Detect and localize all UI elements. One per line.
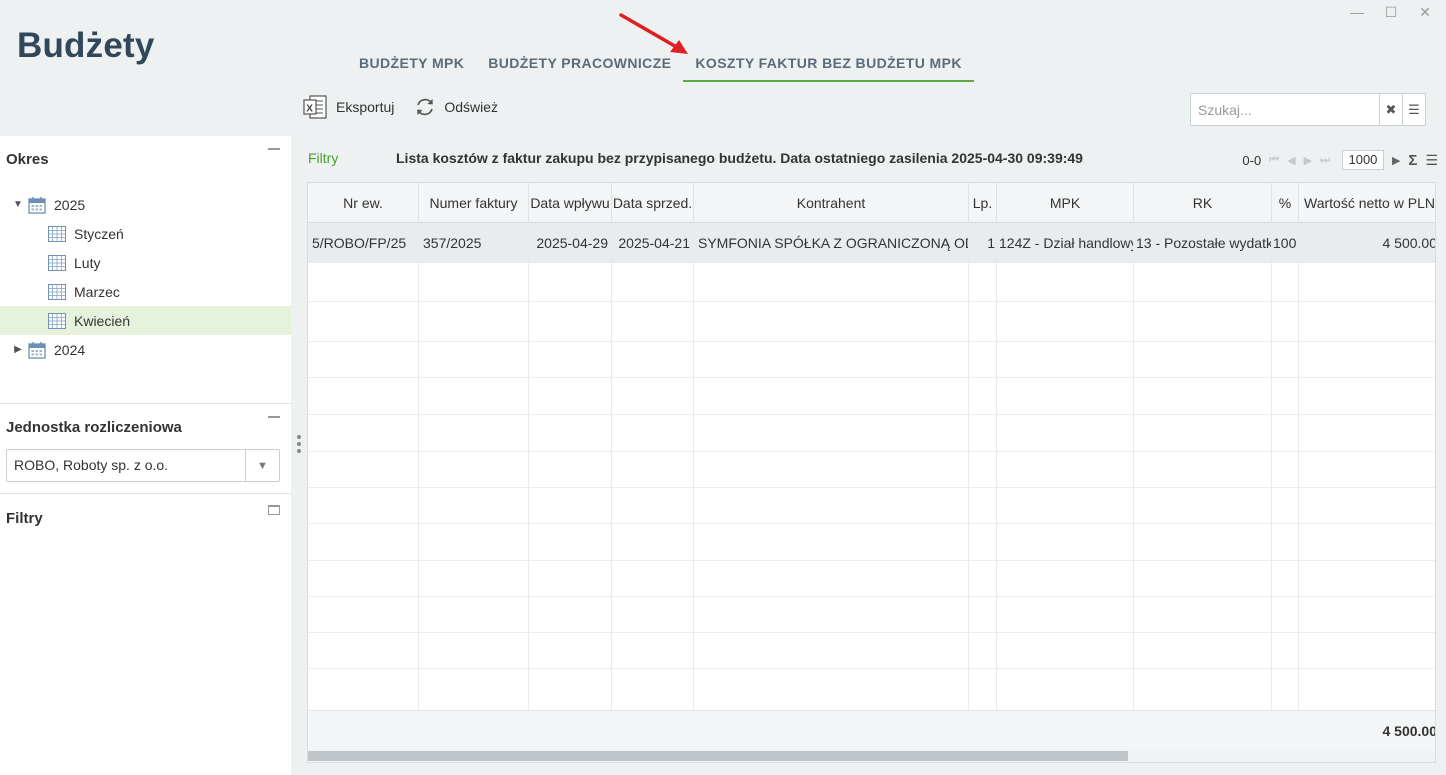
col-mpk[interactable]: MPK [997, 183, 1134, 223]
pager-range: 0-0 [1242, 152, 1262, 168]
refresh-button[interactable]: Odśwież [414, 96, 498, 118]
col-wartosc-netto[interactable]: Wartość netto w PLN [1299, 183, 1435, 223]
page-title: Budżety [17, 26, 155, 65]
cell-nr-ew: 5/ROBO/FP/25 [312, 235, 407, 251]
sidebar: Okres ▼ 2025 Styczeń Luty Marzec Kwiecie… [0, 136, 291, 775]
col-percent[interactable]: % [1272, 183, 1299, 223]
search-box: ✖ ☰ [1190, 93, 1426, 126]
period-panel-title: Okres [6, 151, 49, 168]
minimize-icon[interactable]: — [1350, 4, 1364, 21]
horizontal-scrollbar[interactable] [308, 750, 1435, 762]
splitter-handle[interactable] [297, 435, 301, 453]
grid-caption: Lista kosztów z faktur zakupu bez przypi… [396, 150, 1083, 166]
tab-koszty-faktur[interactable]: KOSZTY FAKTUR BEZ BUDŻETU MPK [683, 44, 974, 82]
cell-data-sprzed: 2025-04-21 [618, 235, 690, 251]
grid-column-header: Nr ew. Numer faktury Data wpływu Data sp… [308, 183, 1435, 223]
scrollbar-thumb[interactable] [308, 751, 1128, 761]
search-input[interactable] [1191, 94, 1379, 125]
col-data-sprzed[interactable]: Data sprzed. [612, 183, 694, 223]
col-numer-faktury[interactable]: Numer faktury [419, 183, 529, 223]
col-nr-ew[interactable]: Nr ew. [308, 183, 419, 223]
summary-total: 4 500.00 [1382, 723, 1436, 739]
grid-header-bar: Filtry Lista kosztów z faktur zakupu bez… [308, 150, 1438, 170]
col-kontrahent[interactable]: Kontrahent [694, 183, 969, 223]
filters-link[interactable]: Filtry [308, 150, 338, 166]
tree-year-label: 2025 [54, 196, 86, 213]
unit-select[interactable]: ROBO, Roboty sp. z o.o. ▼ [6, 449, 280, 482]
search-options-icon[interactable]: ☰ [1402, 94, 1425, 125]
refresh-icon [417, 98, 434, 116]
tree-month-label: Styczeń [74, 225, 124, 242]
cell-percent: 100 [1273, 235, 1297, 251]
pager: 0-0 ⏮ ◀ ▶ ⏭ 1000 ▶ Σ ☰ [1242, 150, 1438, 170]
sum-icon[interactable]: Σ [1408, 152, 1417, 169]
chevron-down-icon[interactable]: ▼ [245, 450, 279, 481]
last-page-icon[interactable]: ⏭ [1320, 154, 1330, 167]
month-grid-icon [48, 254, 66, 271]
tree-year-2025[interactable]: ▼ 2025 [0, 190, 291, 219]
play-icon[interactable]: ▶ [1392, 154, 1400, 167]
col-data-wplywu[interactable]: Data wpływu [529, 183, 612, 223]
tree-month-label: Kwiecień [74, 312, 131, 329]
cell-data-wplywu: 2025-04-29 [536, 235, 608, 251]
prev-page-icon[interactable]: ◀ [1287, 154, 1295, 167]
expand-panel-icon[interactable] [268, 505, 280, 515]
expanded-caret-icon[interactable]: ▼ [12, 199, 24, 210]
month-grid-icon [48, 312, 66, 329]
grid-menu-icon[interactable]: ☰ [1425, 152, 1438, 169]
data-grid: Nr ew. Numer faktury Data wpływu Data sp… [307, 182, 1436, 763]
col-rk[interactable]: RK [1134, 183, 1272, 223]
tree-month-styczen[interactable]: Styczeń [0, 219, 291, 248]
refresh-label: Odśwież [444, 99, 499, 115]
month-grid-icon [48, 225, 66, 242]
tab-budzety-pracownicze[interactable]: BUDŻETY PRACOWNICZE [476, 44, 683, 82]
tree-month-label: Luty [74, 254, 101, 271]
collapsed-caret-icon[interactable]: ▶ [12, 344, 24, 355]
table-row[interactable]: 5/ROBO/FP/25 357/2025 2025-04-29 2025-04… [308, 223, 1436, 263]
panel-divider [0, 493, 291, 494]
budgets-app: Budżety — ☐ ✕ BUDŻETY MPK BUDŻETY PRACOW… [0, 0, 1446, 775]
cell-kontrahent: SYMFONIA SPÓŁKA Z OGRANICZONĄ ODPOWIEDZI… [698, 235, 969, 251]
unit-panel-title: Jednostka rozliczeniowa [6, 419, 182, 436]
cell-wartosc-netto: 4 500.00 [1382, 235, 1436, 251]
export-label: Eksportuj [336, 99, 395, 115]
clear-search-icon[interactable]: ✖ [1379, 94, 1402, 125]
tree-month-kwiecien[interactable]: Kwiecień [0, 306, 291, 335]
panel-divider [0, 403, 291, 404]
tree-month-luty[interactable]: Luty [0, 248, 291, 277]
toolbar: X Eksportuj Odśwież [302, 94, 498, 120]
cell-numer-faktury: 357/2025 [423, 235, 482, 251]
svg-text:X: X [306, 104, 313, 115]
maximize-icon[interactable]: ☐ [1384, 4, 1398, 21]
tab-bar: BUDŻETY MPK BUDŻETY PRACOWNICZE KOSZTY F… [347, 44, 974, 84]
excel-icon: X [303, 95, 327, 119]
filters-panel-title: Filtry [6, 510, 43, 527]
tree-month-marzec[interactable]: Marzec [0, 277, 291, 306]
cell-lp: 1 [987, 235, 995, 251]
first-page-icon[interactable]: ⏮ [1269, 154, 1279, 167]
cell-mpk: 124Z - Dział handlowy [999, 235, 1134, 251]
page-size-input[interactable]: 1000 [1341, 150, 1384, 170]
cell-rk: 13 - Pozostałe wydatki [1136, 235, 1272, 251]
calendar-icon [28, 341, 46, 359]
tree-month-label: Marzec [74, 283, 120, 300]
export-button[interactable]: X Eksportuj [302, 94, 394, 120]
month-grid-icon [48, 283, 66, 300]
tree-year-label: 2024 [54, 341, 86, 358]
close-icon[interactable]: ✕ [1418, 4, 1432, 21]
tab-budzety-mpk[interactable]: BUDŻETY MPK [347, 44, 476, 82]
calendar-icon [28, 196, 46, 214]
grid-summary-row: 4 500.00 [308, 710, 1436, 750]
unit-collapse-icon[interactable] [268, 416, 280, 418]
unit-select-value: ROBO, Roboty sp. z o.o. [14, 457, 169, 473]
next-page-icon[interactable]: ▶ [1304, 154, 1312, 167]
col-lp[interactable]: Lp. [969, 183, 997, 223]
tree-year-2024[interactable]: ▶ 2024 [0, 335, 291, 364]
window-controls: — ☐ ✕ [1350, 4, 1432, 21]
period-collapse-icon[interactable] [268, 148, 280, 150]
